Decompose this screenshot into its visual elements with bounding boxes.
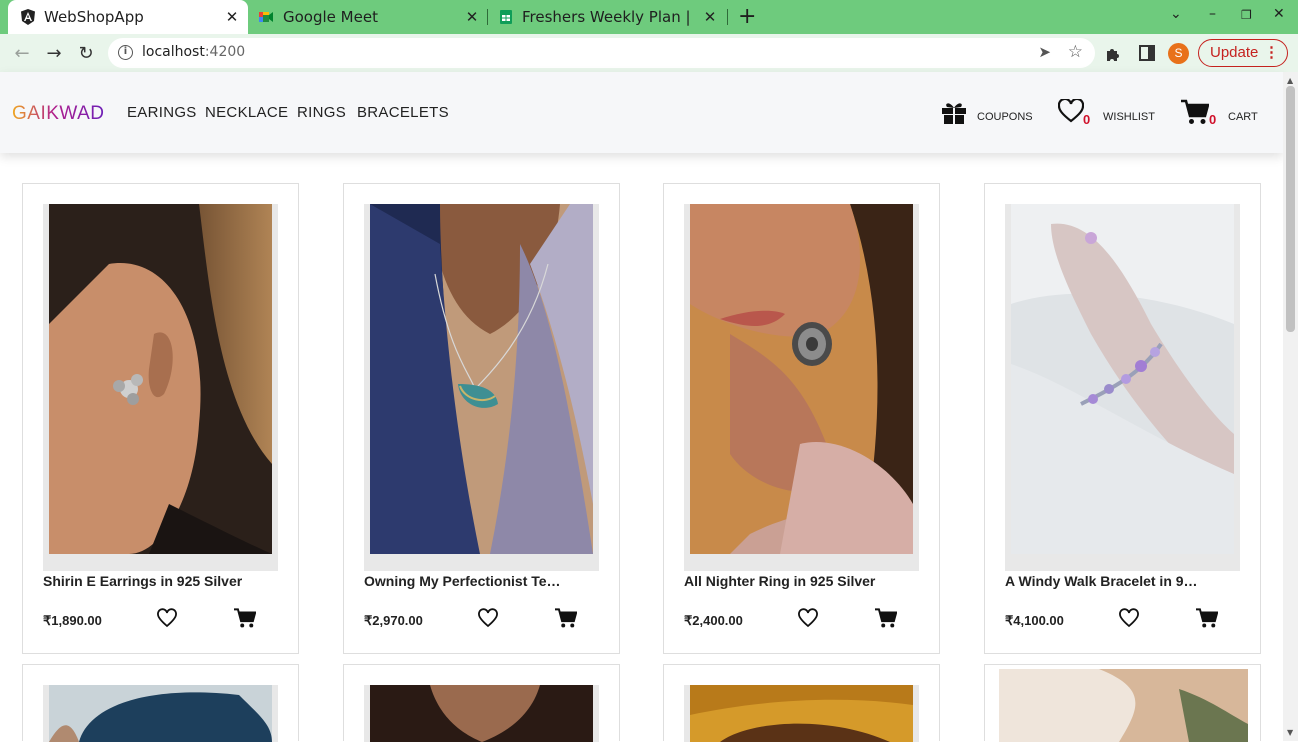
product-image[interactable] (370, 685, 593, 742)
browser-tab-strip: WebShopApp ✕ Google Meet ✕ Freshers Week… (0, 0, 1298, 34)
tab-divider (487, 9, 488, 25)
nav-item-rings[interactable]: RINGS (297, 104, 346, 121)
product-image-frame[interactable] (684, 685, 919, 742)
url-port: :4200 (204, 44, 246, 60)
angular-icon (21, 9, 35, 25)
scrollbar-thumb[interactable] (1286, 86, 1295, 332)
new-tab-plus-icon[interactable]: + (738, 4, 756, 29)
product-name[interactable]: Shirin E Earrings in 925 Silver (43, 573, 278, 589)
product-image-frame[interactable] (43, 685, 278, 742)
tab-google-meet[interactable]: Google Meet ✕ (250, 0, 485, 34)
product-price: ₹2,970.00 (364, 613, 423, 628)
cart-label: CART (1228, 111, 1258, 123)
product-image-necklace[interactable] (370, 204, 593, 554)
wishlist-count-badge: 0 (1083, 112, 1091, 127)
cart-link[interactable]: 0 CART (1181, 99, 1258, 129)
product-card: Shirin E Earrings in 925 Silver ₹1,890.0… (22, 183, 299, 654)
product-card (22, 664, 299, 742)
google-sheets-icon (500, 10, 512, 24)
add-to-cart-icon[interactable] (875, 607, 897, 629)
back-arrow-icon[interactable]: ← (11, 43, 33, 64)
update-label: Update (1210, 44, 1259, 61)
product-name[interactable]: All Nighter Ring in 925 Silver (684, 573, 919, 589)
gift-icon (942, 103, 966, 124)
close-tab-icon[interactable]: ✕ (224, 8, 240, 26)
add-to-wishlist-heart-icon[interactable] (157, 608, 177, 628)
nav-item-necklace[interactable]: NECKLACE (205, 104, 288, 121)
tab-title: Google Meet (283, 8, 378, 26)
close-tab-icon[interactable]: ✕ (464, 8, 480, 26)
send-to-devices-icon[interactable]: ➤ (1038, 43, 1051, 61)
add-to-wishlist-heart-icon[interactable] (1119, 608, 1139, 628)
close-window-icon[interactable]: ✕ (1273, 6, 1285, 22)
product-price: ₹1,890.00 (43, 613, 102, 628)
product-name[interactable]: Owning My Perfectionist Te… (364, 573, 599, 589)
scroll-up-arrow-icon[interactable]: ▲ (1287, 76, 1293, 85)
tab-divider (727, 9, 728, 25)
product-card: Owning My Perfectionist Te… ₹2,970.00 (343, 183, 620, 654)
forward-arrow-icon[interactable]: → (43, 43, 65, 64)
product-image-earrings[interactable] (49, 204, 272, 554)
brand-logo[interactable]: GAIKWAD (12, 103, 105, 125)
product-price: ₹4,100.00 (1005, 613, 1064, 628)
tab-freshers-weekly-plan[interactable]: Freshers Weekly Plan | Sh ✕ (490, 0, 726, 34)
add-to-wishlist-heart-icon[interactable] (798, 608, 818, 628)
product-image-bracelet[interactable] (1011, 204, 1234, 554)
product-image[interactable] (999, 669, 1248, 742)
site-info-icon[interactable]: i (118, 45, 133, 60)
tab-search-chevron-icon[interactable]: ⌄ (1170, 6, 1182, 22)
extensions-puzzle-icon[interactable] (1105, 45, 1122, 62)
page-scrollbar[interactable]: ▲ ▼ (1283, 72, 1298, 741)
close-tab-icon[interactable]: ✕ (702, 8, 718, 26)
shopping-cart-icon (1181, 99, 1209, 124)
product-image-ring[interactable] (690, 204, 913, 554)
add-to-cart-icon[interactable] (234, 607, 256, 629)
product-card (663, 664, 940, 742)
tab-title: Freshers Weekly Plan | Sh (522, 8, 692, 26)
google-meet-icon (259, 12, 273, 22)
product-image-frame[interactable] (364, 685, 599, 742)
tab-title: WebShopApp (44, 8, 144, 26)
coupons-link[interactable]: COUPONS (941, 99, 1036, 129)
product-price: ₹2,400.00 (684, 613, 743, 628)
product-name[interactable]: A Windy Walk Bracelet in 9… (1005, 573, 1240, 589)
heart-outline-icon (1058, 99, 1084, 123)
coupons-label: COUPONS (977, 111, 1033, 123)
product-card (984, 664, 1261, 742)
side-panel-icon[interactable] (1139, 45, 1155, 61)
site-header: GAIKWAD EARINGS NECKLACE RINGS BRACELETS… (0, 72, 1283, 153)
add-to-cart-icon[interactable] (1196, 607, 1218, 629)
address-bar[interactable]: i localhost:4200 ➤ ☆ (108, 38, 1095, 68)
product-image-frame[interactable] (364, 204, 599, 571)
minimize-icon[interactable]: – (1209, 6, 1216, 22)
nav-item-earings[interactable]: EARINGS (127, 104, 197, 121)
maximize-icon[interactable]: ❐ (1241, 8, 1252, 22)
url-host: localhost (142, 44, 205, 60)
browser-toolbar: ← → ↻ i localhost:4200 ➤ ☆ S Update ⋮ (0, 34, 1298, 72)
product-card (343, 664, 620, 742)
wishlist-label: WISHLIST (1103, 111, 1155, 123)
scroll-down-arrow-icon[interactable]: ▼ (1287, 728, 1293, 737)
reload-icon[interactable]: ↻ (75, 43, 97, 64)
cart-count-badge: 0 (1209, 112, 1217, 127)
bookmark-star-icon[interactable]: ☆ (1068, 42, 1083, 62)
product-image-frame[interactable] (999, 669, 1248, 742)
product-image-frame[interactable] (684, 204, 919, 571)
product-image-frame[interactable] (43, 204, 278, 571)
wishlist-link[interactable]: 0 WISHLIST (1058, 99, 1155, 129)
product-card: A Windy Walk Bracelet in 9… ₹4,100.00 (984, 183, 1261, 654)
product-image[interactable] (690, 685, 913, 742)
product-image-frame[interactable] (1005, 204, 1240, 571)
product-card: All Nighter Ring in 925 Silver ₹2,400.00 (663, 183, 940, 654)
url-text[interactable]: localhost:4200 (142, 44, 245, 60)
add-to-wishlist-heart-icon[interactable] (478, 608, 498, 628)
update-button[interactable]: Update ⋮ (1198, 39, 1288, 67)
menu-kebab-icon: ⋮ (1264, 44, 1279, 61)
product-image[interactable] (49, 685, 272, 742)
profile-avatar[interactable]: S (1168, 43, 1189, 64)
add-to-cart-icon[interactable] (555, 607, 577, 629)
nav-item-bracelets[interactable]: BRACELETS (357, 104, 449, 121)
tab-webshopapp[interactable]: WebShopApp ✕ (8, 0, 248, 34)
